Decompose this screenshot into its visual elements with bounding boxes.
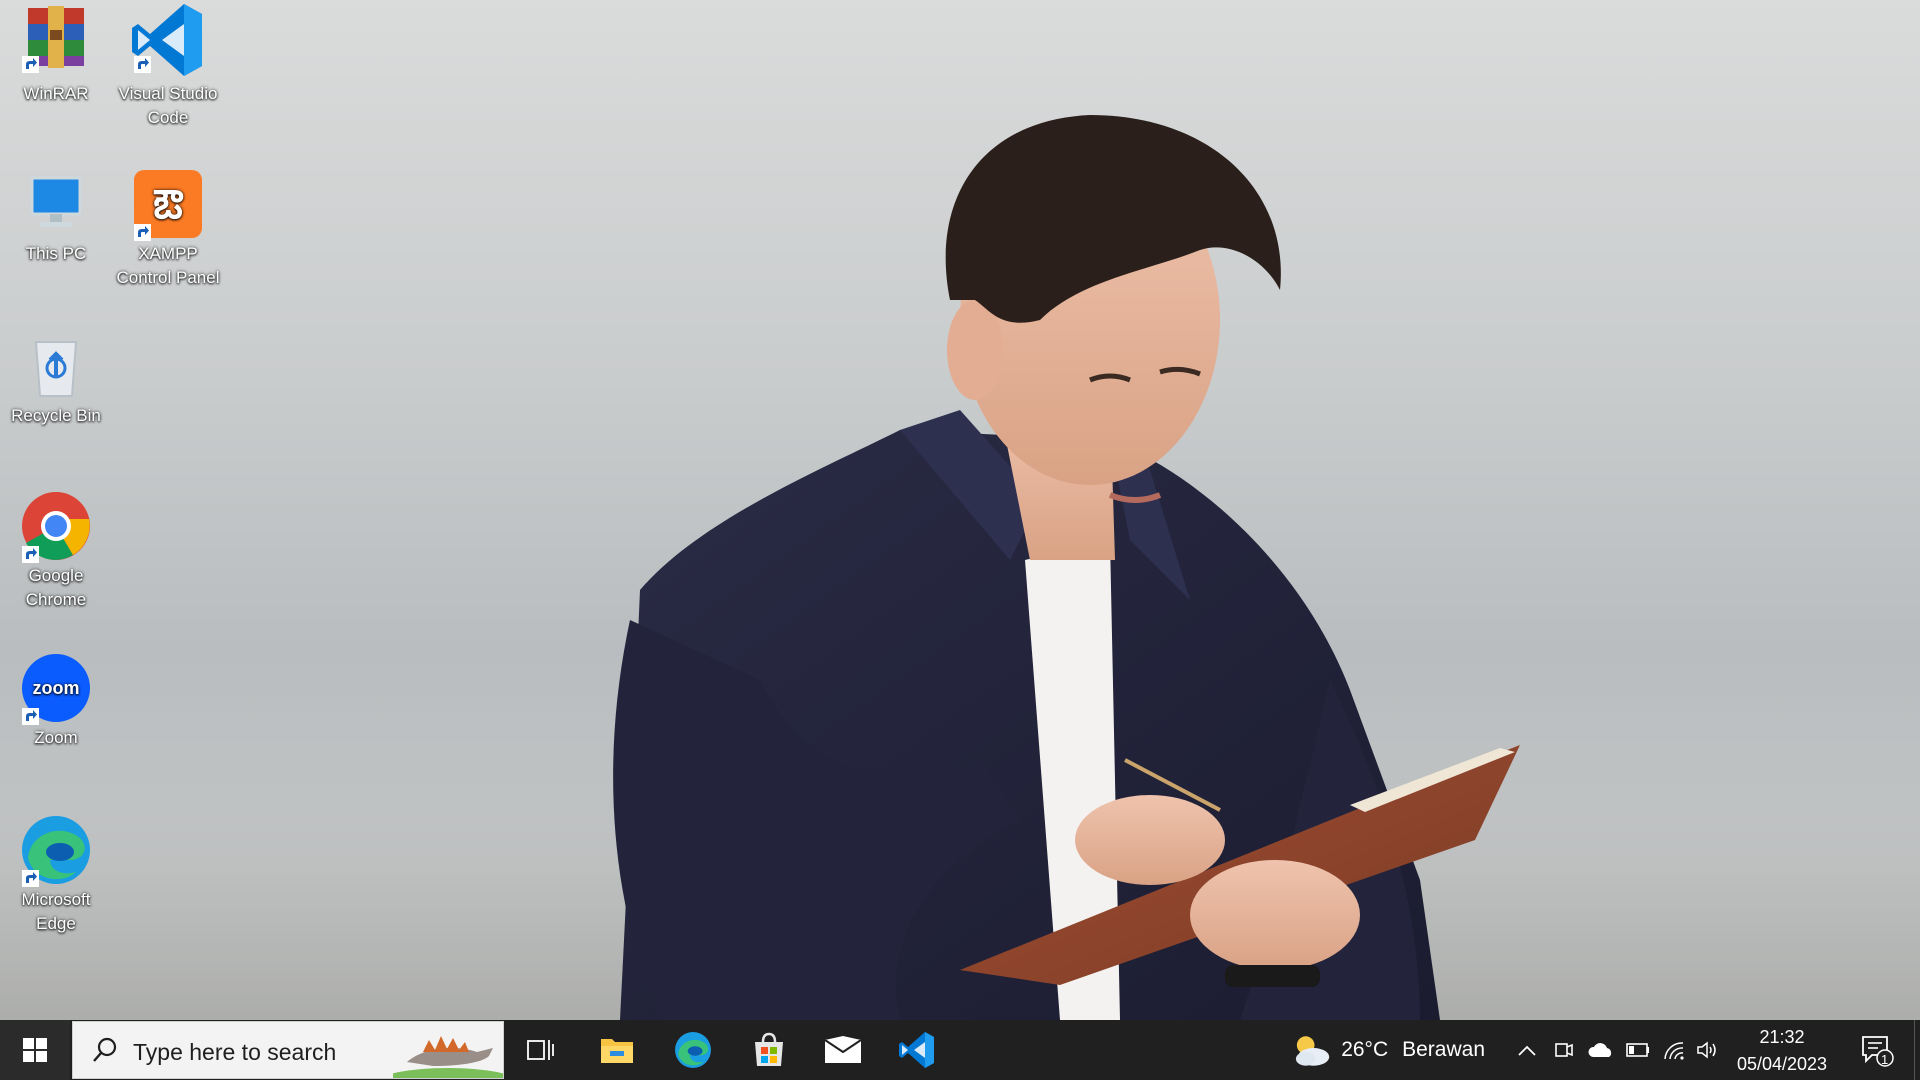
icon-label: WinRAR bbox=[23, 84, 89, 103]
svg-text:zoom: zoom bbox=[33, 678, 80, 698]
icon-label: Zoom bbox=[34, 728, 78, 747]
shortcut-arrow-icon bbox=[134, 224, 151, 241]
task-view-button[interactable] bbox=[510, 1020, 572, 1080]
clock-date: 05/04/2023 bbox=[1736, 1054, 1828, 1074]
recycle-bin-icon bbox=[34, 341, 78, 397]
file-explorer-icon bbox=[601, 1039, 633, 1063]
clock[interactable]: 21:32 05/04/2023 bbox=[1728, 1024, 1836, 1078]
shortcut-arrow-icon bbox=[22, 708, 39, 725]
notification-icon bbox=[1862, 1036, 1894, 1067]
icon-label: XAMPP Control Panel bbox=[116, 244, 220, 287]
shortcut-arrow-icon bbox=[22, 870, 39, 887]
desktop: WinRAR Visual Studio Code This PC ఔ XAMP… bbox=[0, 0, 1920, 1080]
windows-logo-icon bbox=[23, 1038, 47, 1062]
onedrive-icon bbox=[1588, 1043, 1612, 1057]
battery-button[interactable] bbox=[1622, 1020, 1654, 1080]
notification-count-badge: 1 bbox=[1881, 1052, 1889, 1067]
onedrive-button[interactable] bbox=[1584, 1020, 1618, 1080]
icon-label: Visual Studio Code bbox=[118, 84, 218, 127]
weather-condition: Berawan bbox=[1402, 1038, 1485, 1061]
search-placeholder: Type here to search bbox=[133, 1039, 337, 1065]
microsoft-store-icon bbox=[755, 1032, 783, 1066]
edge-icon bbox=[675, 1032, 711, 1068]
shortcut-arrow-icon bbox=[22, 546, 39, 563]
desktop-icon-winrar[interactable]: WinRAR bbox=[0, 0, 112, 106]
taskbar-vscode[interactable] bbox=[884, 1020, 950, 1080]
vscode-icon bbox=[899, 1032, 934, 1068]
weather-temp: 26°C bbox=[1341, 1038, 1389, 1061]
desktop-icon-xampp[interactable]: ఔ XAMPP Control Panel bbox=[112, 168, 224, 290]
battery-icon bbox=[1626, 1043, 1649, 1057]
shortcut-arrow-icon bbox=[22, 56, 39, 73]
network-button[interactable] bbox=[1658, 1020, 1690, 1080]
search-icon bbox=[93, 1037, 117, 1062]
wifi-icon bbox=[1664, 1042, 1684, 1060]
mail-icon bbox=[824, 1036, 862, 1063]
show-hidden-icons-button[interactable] bbox=[1512, 1020, 1542, 1080]
taskbar-mail[interactable] bbox=[810, 1020, 876, 1080]
icon-label: This PC bbox=[25, 244, 87, 263]
desktop-icon-edge[interactable]: Microsoft Edge bbox=[0, 814, 112, 936]
desktop-icon-this-pc[interactable]: This PC bbox=[0, 168, 112, 266]
taskbar-microsoft-store[interactable] bbox=[736, 1020, 802, 1080]
search-box[interactable]: Type here to search bbox=[72, 1021, 504, 1079]
taskbar-edge[interactable] bbox=[660, 1020, 726, 1080]
search-highlight-dinosaur-icon bbox=[393, 1022, 503, 1078]
task-view-icon bbox=[527, 1040, 554, 1060]
volume-icon bbox=[1697, 1041, 1716, 1059]
icon-label: Recycle Bin bbox=[11, 406, 101, 425]
shortcut-arrow-icon bbox=[134, 56, 151, 73]
weather-widget[interactable]: 26°C Berawan bbox=[1290, 1020, 1485, 1080]
clock-time: 21:32 bbox=[1759, 1027, 1805, 1047]
partly-cloudy-icon bbox=[1295, 1036, 1330, 1066]
svg-text:ఔ: ఔ bbox=[153, 183, 183, 227]
meet-now-button[interactable] bbox=[1548, 1020, 1578, 1080]
desktop-icon-zoom[interactable]: zoom Zoom bbox=[0, 652, 112, 750]
icon-label: Google Chrome bbox=[25, 566, 87, 609]
show-desktop-button[interactable] bbox=[1914, 1020, 1920, 1080]
wallpaper-image bbox=[0, 115, 1920, 1020]
volume-button[interactable] bbox=[1692, 1020, 1724, 1080]
start-button[interactable] bbox=[0, 1020, 70, 1080]
desktop-icon-vscode[interactable]: Visual Studio Code bbox=[112, 0, 224, 130]
taskbar-file-explorer[interactable] bbox=[584, 1020, 650, 1080]
notification-center-button[interactable]: 1 bbox=[1852, 1020, 1902, 1080]
icon-label: Microsoft Edge bbox=[21, 890, 91, 933]
desktop-icon-chrome[interactable]: Google Chrome bbox=[0, 490, 112, 612]
chevron-up-icon bbox=[1518, 1045, 1536, 1056]
taskbar: Type here to search 26°C Berawan 21:32 0… bbox=[0, 1020, 1920, 1080]
monitor-icon bbox=[30, 176, 82, 227]
meet-now-icon bbox=[1555, 1043, 1573, 1057]
desktop-icon-recycle-bin[interactable]: Recycle Bin bbox=[0, 330, 112, 428]
